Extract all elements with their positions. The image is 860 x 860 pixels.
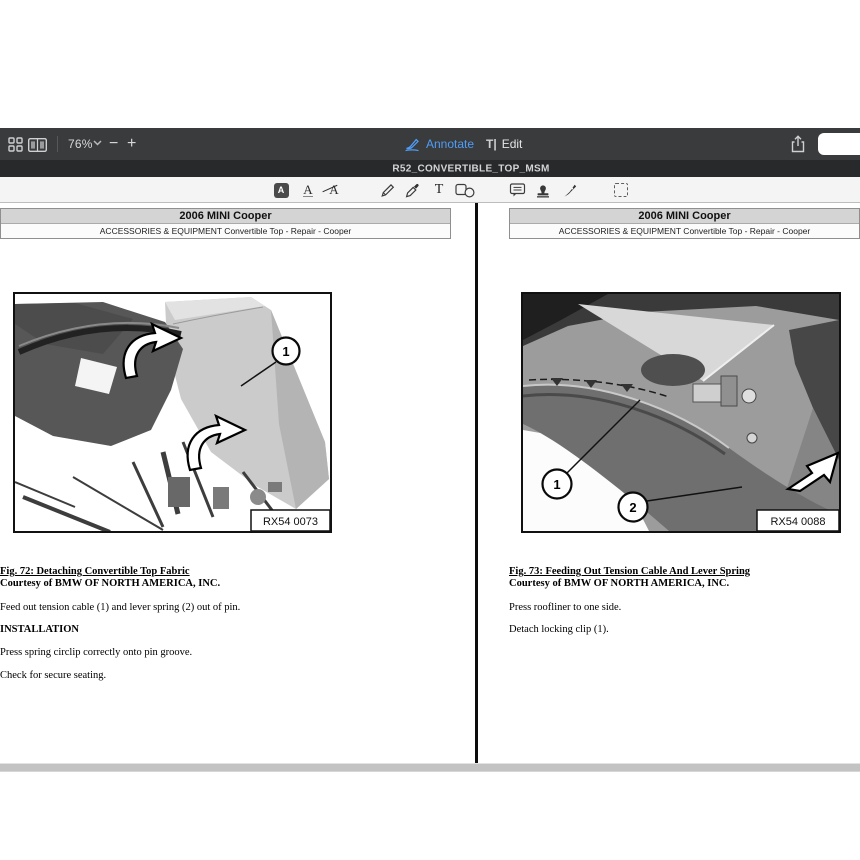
zoom-level-dropdown[interactable]: 76% [68,128,93,160]
document-content: 2006 MINI Cooper ACCESSORIES & EQUIPMENT… [0,203,860,763]
draw-tool-button[interactable] [402,180,422,200]
callout-1-number: 1 [553,477,560,492]
callout-1-number: 1 [282,344,289,359]
callout-2-number: 2 [629,500,636,515]
tension-cable-illustration: 1 2 RX54 0088 [523,294,839,531]
figure-caption-title: Fig. 73: Feeding Out Tension Cable And L… [509,566,750,577]
note-icon [509,182,526,198]
figure-ref-box: RX54 0088 [757,510,839,531]
window-bottom-strip [0,763,860,772]
document-title: R52_CONVERTIBLE_TOP_MSM [392,163,549,174]
page-header-subtitle: ACCESSORIES & EQUIPMENT Convertible Top … [1,224,450,238]
underline-text-icon: A [303,183,312,197]
figure-ref-label: RX54 0088 [770,516,825,528]
two-page-view-button[interactable] [28,138,47,152]
signature-tool-button[interactable] [560,180,580,200]
underline-text-button[interactable]: A [298,180,318,200]
stamp-icon [535,182,551,198]
strikethrough-text-button[interactable]: A [324,180,344,200]
signature-pen-icon [562,182,578,199]
page-left: 2006 MINI Cooper ACCESSORIES & EQUIPMENT… [0,203,451,763]
main-toolbar: 76% − + Annotate T| Edit [0,128,860,160]
page-right: 2006 MINI Cooper ACCESSORIES & EQUIPMENT… [509,203,860,763]
dark-underside-shapes [15,302,183,446]
page-header-title: 2006 MINI Cooper [1,209,450,224]
body-paragraph: Press roofliner to one side. [509,602,621,613]
thumbnail-view-button[interactable] [8,137,23,152]
page-left-header: 2006 MINI Cooper ACCESSORIES & EQUIPMENT… [0,208,451,239]
edit-label: Edit [502,137,523,151]
document-titlebar: R52_CONVERTIBLE_TOP_MSM [0,160,860,177]
text-tool-icon: T [435,182,444,198]
figure-ref-box: RX54 0073 [251,510,330,531]
annotate-button[interactable]: Annotate [404,128,474,160]
figure-rx54-0088: 1 2 RX54 0088 [521,292,841,533]
figure-rx54-0073: 1 RX54 0073 [13,292,332,533]
screen: 76% − + Annotate T| Edit [0,0,860,860]
figure-caption-title: Fig. 72: Detaching Convertible Top Fabri… [0,566,190,577]
zoom-out-button[interactable]: − [109,128,118,160]
chevron-down-icon [93,140,102,146]
grid-view-icon [8,137,23,152]
page-header-title: 2006 MINI Cooper [510,209,859,224]
shapes-tool-button[interactable] [455,180,475,200]
edit-button[interactable]: T| Edit [486,128,522,160]
selection-tool-button[interactable] [611,180,631,200]
annotate-label: Annotate [426,137,474,151]
markup-toolbar: A A A T [0,177,860,203]
body-paragraph: Press spring circlip correctly onto pin … [0,647,192,658]
section-heading: INSTALLATION [0,624,79,635]
body-paragraph: Feed out tension cable (1) and lever spr… [0,602,240,613]
text-tool-button[interactable]: T [429,180,449,200]
search-input[interactable] [818,133,860,155]
figure-caption-credit: Courtesy of BMW OF NORTH AMERICA, INC. [509,578,729,589]
toolbar-divider [57,136,58,152]
figure-ref-label: RX54 0073 [263,516,318,528]
pencil-icon [379,182,396,199]
selection-rect-icon [614,183,628,197]
figure-caption-credit: Courtesy of BMW OF NORTH AMERICA, INC. [0,578,220,589]
body-paragraph: Detach locking clip (1). [509,624,609,635]
sketch-tool-button[interactable] [377,180,397,200]
note-tool-button[interactable] [507,180,527,200]
convertible-top-fabric-illustration: 1 RX54 0073 [15,294,330,531]
pdf-viewer-window: 76% − + Annotate T| Edit [0,128,860,772]
share-icon [790,135,806,153]
page-right-header: 2006 MINI Cooper ACCESSORIES & EQUIPMENT… [509,208,860,239]
stamp-tool-button[interactable] [533,180,553,200]
share-button[interactable] [790,135,806,158]
highlight-text-button[interactable]: A [271,180,291,200]
highlight-text-icon: A [274,183,289,198]
marker-icon [404,182,420,199]
body-paragraph: Check for secure seating. [0,670,106,681]
two-page-view-icon [28,138,47,152]
zoom-in-button[interactable]: + [127,128,136,160]
page-header-subtitle: ACCESSORIES & EQUIPMENT Convertible Top … [510,224,859,238]
annotate-pen-icon [404,137,420,152]
edit-text-icon: T| [486,137,497,151]
shapes-icon [455,183,475,198]
page-gap-divider [475,203,478,763]
